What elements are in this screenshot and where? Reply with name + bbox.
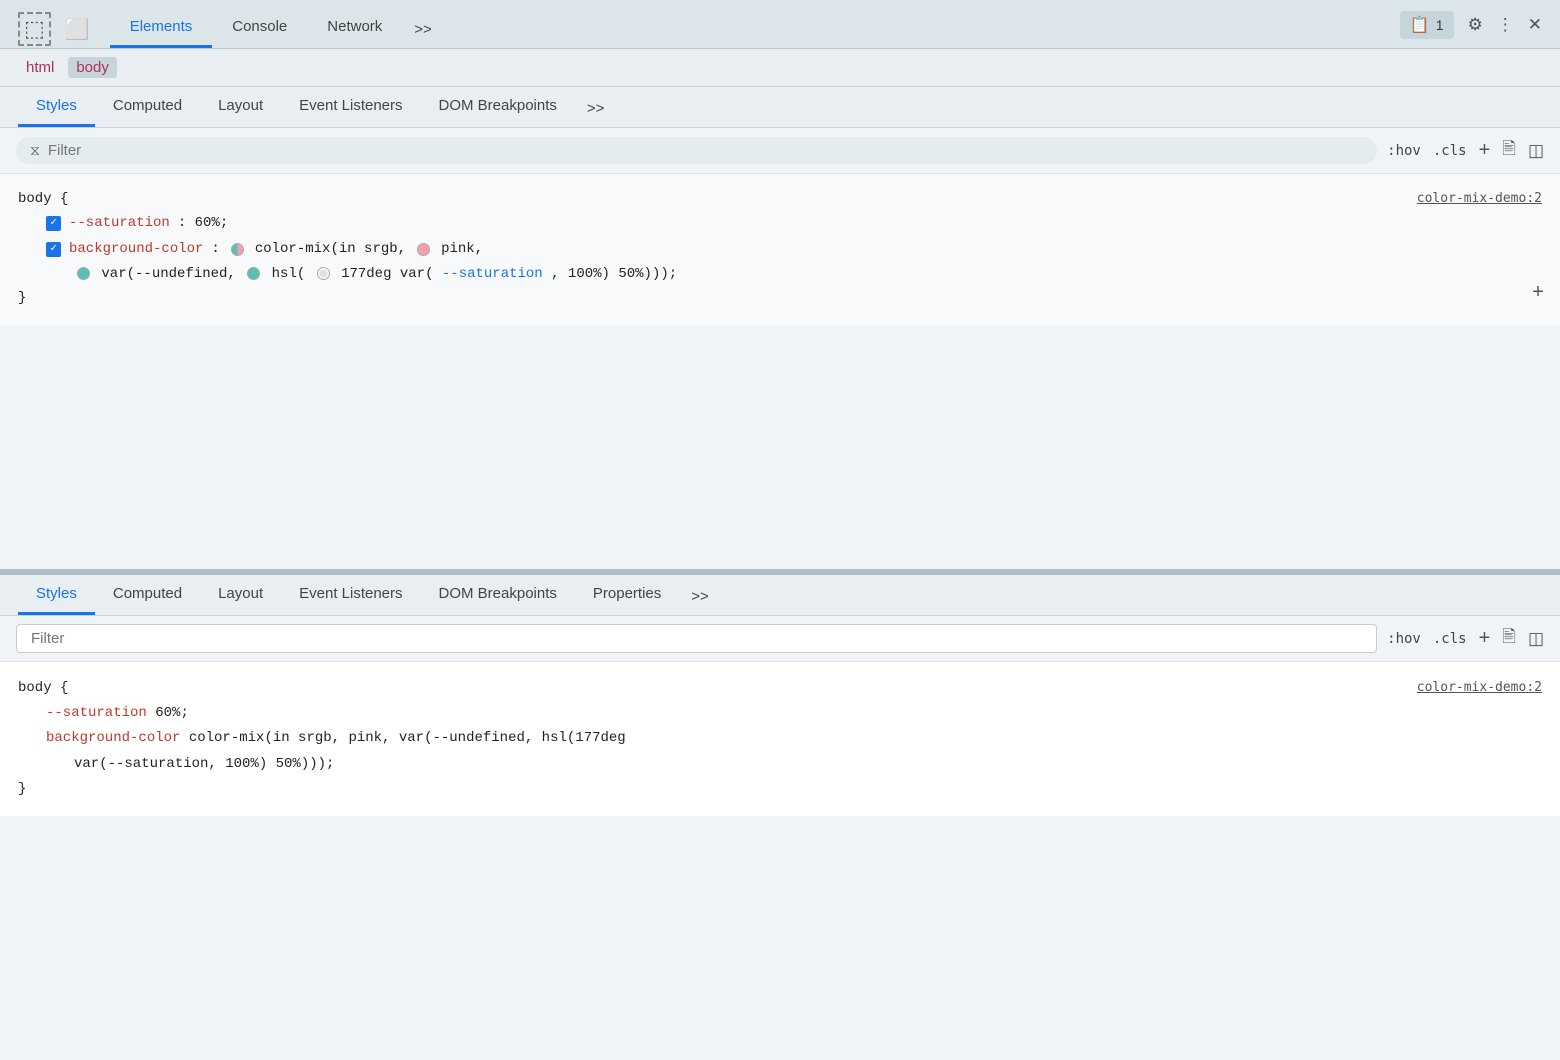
subtab2-event-listeners[interactable]: Event Listeners: [281, 575, 420, 615]
subtab1-computed[interactable]: Computed: [95, 87, 200, 127]
panel1-code: color-mix-demo:2 body { --saturation : 6…: [0, 174, 1560, 325]
filter-actions: :hov .cls + 🖹 ◫: [1387, 136, 1544, 165]
color-mix-swatch[interactable]: [231, 243, 244, 256]
prop3-name: --saturation: [46, 705, 147, 721]
panel1: Styles Computed Layout Event Listeners D…: [0, 87, 1560, 575]
badge-icon: 📋: [1410, 15, 1430, 35]
subtab1-more[interactable]: >>: [575, 90, 617, 127]
topbar-actions: 📋 1 ⚙ ⋮ ✕: [1400, 11, 1542, 47]
prop2-line2: var(--undefined, hsl( 177deg var( --satu…: [18, 263, 1542, 287]
panel2-subtabs: Styles Computed Layout Event Listeners D…: [0, 575, 1560, 616]
prop4-line2: var(--saturation, 100%) 50%)));: [18, 752, 1542, 777]
panel2-filter-bar: :hov .cls + 🖹 ◫: [0, 616, 1560, 662]
device-icon[interactable]: ⬜: [65, 17, 90, 42]
code-selector-line: body {: [18, 188, 1417, 212]
hov-button[interactable]: :hov: [1387, 143, 1421, 159]
breadcrumb-html[interactable]: html: [18, 57, 62, 78]
prop2-line1: background-color : color-mix(in srgb, pi…: [18, 238, 1542, 262]
subtab2-more[interactable]: >>: [679, 578, 721, 615]
prop4-line1: background-color color-mix(in srgb, pink…: [18, 726, 1542, 751]
prop1-colon: : 60%;: [178, 212, 228, 236]
breadcrumb-body[interactable]: body: [68, 57, 117, 78]
prop2-var: var(--undefined,: [101, 266, 244, 282]
filter-input2[interactable]: [31, 630, 1362, 647]
panel1-subtabs: Styles Computed Layout Event Listeners D…: [0, 87, 1560, 128]
panel2: Styles Computed Layout Event Listeners D…: [0, 575, 1560, 1060]
prop1-line: --saturation : 60%;: [18, 212, 1542, 236]
code-selector: body {: [18, 188, 68, 212]
filter-input-wrap: ⧖: [16, 137, 1377, 164]
element-state-icon[interactable]: ◫: [1528, 141, 1544, 161]
subtab1-dom-breakpoints[interactable]: DOM Breakpoints: [421, 87, 575, 127]
add-style-icon2[interactable]: +: [1479, 627, 1491, 650]
element-state-icon2[interactable]: ◫: [1528, 629, 1544, 649]
filter-input-wrap2: [16, 624, 1377, 653]
filter-actions2: :hov .cls + 🖹 ◫: [1387, 624, 1544, 653]
subtab2-styles[interactable]: Styles: [18, 575, 95, 615]
filter-input[interactable]: [48, 142, 1363, 159]
new-style-rule-icon2[interactable]: 🖹: [1502, 624, 1516, 653]
topbar-icons: ⬚ ⬜: [18, 12, 90, 46]
prop1-checkbox[interactable]: [46, 216, 61, 231]
subtab1-layout[interactable]: Layout: [200, 87, 281, 127]
prop2-colon: :: [211, 238, 219, 262]
pink-swatch[interactable]: [417, 243, 430, 256]
code2-selector-line: body {: [18, 676, 1417, 701]
prop2-hsl-deg: 177deg var(: [341, 266, 433, 282]
menu-icon[interactable]: ⋮: [1497, 15, 1514, 35]
add-rule-btn[interactable]: +: [1532, 277, 1544, 311]
prop2-checkbox[interactable]: [46, 242, 61, 257]
subtab1-event-listeners[interactable]: Event Listeners: [281, 87, 420, 127]
close-brace1: }: [18, 287, 26, 311]
prop2-name: background-color: [69, 238, 203, 262]
code-close-brace: }: [18, 287, 1542, 311]
badge-count: 1: [1436, 17, 1444, 33]
prop4-name: background-color: [46, 730, 180, 746]
tab-network[interactable]: Network: [307, 10, 402, 48]
settings-icon[interactable]: ⚙: [1468, 15, 1483, 35]
tab-console[interactable]: Console: [212, 10, 307, 48]
subtab2-layout[interactable]: Layout: [200, 575, 281, 615]
cls-button[interactable]: .cls: [1433, 143, 1467, 159]
panel2-code: color-mix-demo:2 body { --saturation 60%…: [0, 662, 1560, 816]
subtab2-computed[interactable]: Computed: [95, 575, 200, 615]
hsl-circle-swatch[interactable]: [317, 267, 330, 280]
teal-swatch[interactable]: [77, 267, 90, 280]
close-icon[interactable]: ✕: [1528, 15, 1542, 35]
subtab1-styles[interactable]: Styles: [18, 87, 95, 127]
teal-swatch2[interactable]: [247, 267, 260, 280]
prop2-pink: pink,: [441, 238, 483, 262]
code-link1[interactable]: color-mix-demo:2: [1417, 188, 1542, 210]
prop2-sat-var: --saturation: [442, 266, 543, 282]
code2-selector: body {: [18, 676, 68, 701]
breadcrumb: html body: [0, 49, 1560, 87]
code-link2[interactable]: color-mix-demo:2: [1417, 676, 1542, 699]
prop2-hsl-rest: , 100%) 50%)));: [551, 266, 677, 282]
badge-button[interactable]: 📋 1: [1400, 11, 1454, 39]
panel1-filter-bar: ⧖ :hov .cls + 🖹 ◫: [0, 128, 1560, 174]
topbar-more[interactable]: >>: [402, 13, 444, 48]
topbar-tabs: Elements Console Network >>: [110, 10, 444, 48]
subtab2-properties[interactable]: Properties: [575, 575, 679, 615]
inspector-icon[interactable]: ⬚: [18, 12, 51, 46]
devtools-topbar: ⬚ ⬜ Elements Console Network >> 📋 1 ⚙ ⋮ …: [0, 0, 1560, 49]
add-style-icon[interactable]: +: [1479, 139, 1491, 162]
prop3-value: 60%;: [155, 705, 189, 721]
close-brace2: }: [18, 777, 26, 802]
prop1-name: --saturation: [69, 212, 170, 236]
new-style-rule-icon[interactable]: 🖹: [1502, 136, 1516, 165]
subtab2-dom-breakpoints[interactable]: DOM Breakpoints: [421, 575, 575, 615]
hov-button2[interactable]: :hov: [1387, 631, 1421, 647]
prop4-value2: var(--saturation, 100%) 50%)));: [74, 756, 334, 772]
cls-button2[interactable]: .cls: [1433, 631, 1467, 647]
prop3-line: --saturation 60%;: [18, 701, 1542, 726]
prop4-value: color-mix(in srgb, pink, var(--undefined…: [189, 730, 626, 746]
filter-icon: ⧖: [30, 142, 40, 159]
tab-elements[interactable]: Elements: [110, 10, 213, 48]
code2-close-brace: }: [18, 777, 1542, 802]
prop2-colormix: color-mix(in srgb,: [255, 238, 406, 262]
prop2-hsl-start: hsl(: [272, 266, 306, 282]
